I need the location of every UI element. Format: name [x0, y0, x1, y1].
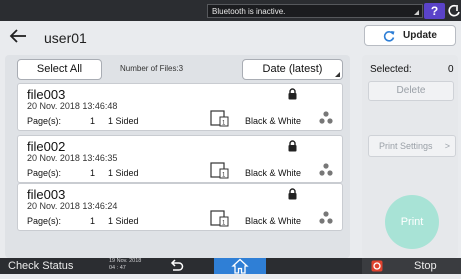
- pages-value: 1: [90, 116, 96, 126]
- file-row[interactable]: file002 20 Nov. 2018 13:46:35 Page(s): 1…: [17, 135, 343, 183]
- clock: 19 Nov. 2018 04 : 47: [109, 258, 141, 272]
- return-icon[interactable]: [167, 258, 185, 273]
- print-settings-label: Print Settings: [379, 141, 433, 151]
- clock-time: 04 : 47: [109, 265, 126, 271]
- stop-label: Stop: [414, 260, 437, 272]
- update-button[interactable]: Update: [364, 25, 456, 46]
- lock-icon: [288, 88, 297, 100]
- pages-value: 1: [90, 168, 96, 178]
- document-icon: 1: [210, 162, 229, 179]
- help-button[interactable]: ?: [424, 3, 445, 19]
- file-name: file003: [27, 187, 66, 202]
- pages-label: Page(s):: [27, 116, 62, 126]
- staple-icon: [319, 111, 333, 124]
- file-row[interactable]: file003 20 Nov. 2018 13:46:48 Page(s): 1…: [17, 83, 343, 131]
- page-title: user01: [44, 30, 87, 46]
- lock-icon: [288, 188, 297, 200]
- color-mode: Black & White: [245, 216, 302, 226]
- check-status-button[interactable]: Check Status: [8, 260, 73, 272]
- document-icon: 1: [210, 110, 229, 127]
- clock-date: 19 Nov. 2018: [109, 258, 142, 264]
- pages-value: 1: [90, 216, 96, 226]
- expand-corner-icon: [414, 10, 419, 15]
- home-icon: [231, 258, 249, 274]
- power-icon[interactable]: [448, 3, 461, 19]
- status-message-text: Bluetooth is inactive.: [212, 7, 286, 16]
- color-mode: Black & White: [245, 116, 302, 126]
- document-icon: 1: [210, 210, 229, 227]
- staple-icon: [319, 211, 333, 224]
- sided-value: 1 Sided: [108, 116, 139, 126]
- stop-icon: [371, 260, 383, 272]
- back-arrow-icon: [9, 29, 26, 43]
- file-date: 20 Nov. 2018 13:46:48: [27, 101, 118, 111]
- pages-label: Page(s):: [27, 168, 62, 178]
- file-date: 20 Nov. 2018 13:46:35: [27, 153, 118, 163]
- dropdown-corner-icon: [335, 72, 340, 77]
- select-all-button[interactable]: Select All: [17, 59, 102, 80]
- color-mode: Black & White: [245, 168, 302, 178]
- chevron-right-icon: >: [444, 141, 450, 151]
- file-name: file002: [27, 139, 66, 154]
- refresh-icon: [383, 30, 395, 42]
- lock-icon: [288, 140, 297, 152]
- staple-icon: [319, 163, 333, 176]
- file-row[interactable]: file003 20 Nov. 2018 13:46:24 Page(s): 1…: [17, 183, 343, 231]
- number-of-files: Number of Files:3: [120, 64, 184, 73]
- home-button[interactable]: [214, 258, 266, 274]
- print-settings-button[interactable]: Print Settings >: [368, 135, 456, 157]
- update-label: Update: [403, 30, 437, 41]
- sided-value: 1 Sided: [108, 168, 139, 178]
- file-name: file003: [27, 87, 66, 102]
- file-date: 20 Nov. 2018 13:46:24: [27, 201, 118, 211]
- print-button[interactable]: Print: [385, 195, 439, 249]
- selected-label: Selected:: [370, 64, 412, 75]
- back-button[interactable]: [6, 26, 30, 46]
- sort-label: Date (latest): [262, 63, 323, 75]
- sided-value: 1 Sided: [108, 216, 139, 226]
- status-message[interactable]: Bluetooth is inactive.: [207, 4, 423, 18]
- selected-count: 0: [448, 64, 454, 75]
- pages-label: Page(s):: [27, 216, 62, 226]
- sort-dropdown[interactable]: Date (latest): [242, 59, 343, 80]
- delete-button[interactable]: Delete: [368, 81, 454, 101]
